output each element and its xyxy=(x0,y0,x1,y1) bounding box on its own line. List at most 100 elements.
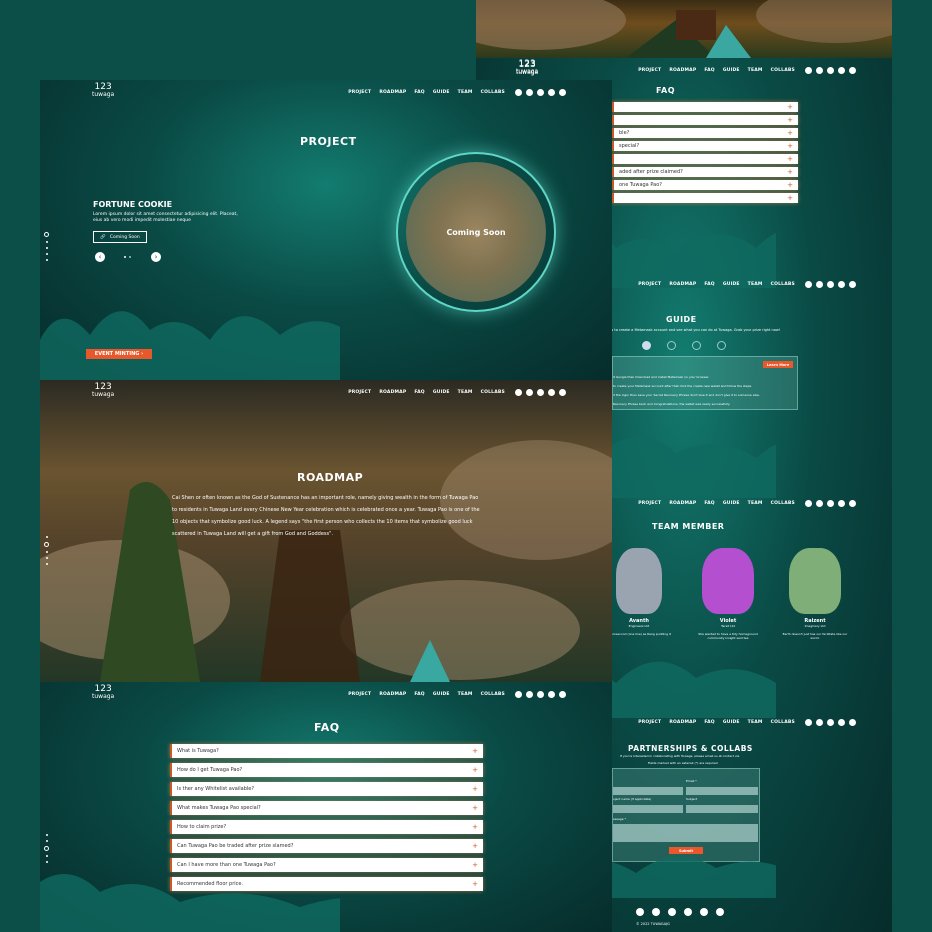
instagram-icon[interactable] xyxy=(537,88,544,96)
opensea-icon[interactable] xyxy=(700,908,708,916)
faq-item[interactable]: Can Tuwaga Pao be traded after prize sla… xyxy=(170,839,483,853)
nav-link-guide[interactable]: GUIDE xyxy=(723,501,740,506)
login-step-icon[interactable] xyxy=(692,341,701,350)
opensea-icon[interactable] xyxy=(849,718,856,726)
twitter-icon[interactable] xyxy=(636,908,644,916)
faq-item[interactable]: + xyxy=(612,102,798,112)
nav-link-project[interactable]: PROJECT xyxy=(638,501,661,506)
prev-arrow[interactable]: ‹ xyxy=(95,252,105,262)
discord-icon[interactable] xyxy=(838,499,845,507)
nav-link-roadmap[interactable]: ROADMAP xyxy=(669,68,696,73)
next-arrow[interactable]: › xyxy=(151,252,161,262)
project-name-input[interactable] xyxy=(613,805,683,813)
nav-link-project[interactable]: PROJECT xyxy=(348,390,371,395)
telegram-icon[interactable] xyxy=(652,908,660,916)
name-input[interactable] xyxy=(613,787,683,795)
coming-soon-button[interactable]: 🔗 Coming Soon xyxy=(93,231,147,243)
nav-link-collabs[interactable]: COLLABS xyxy=(771,720,795,725)
nav-link-collabs[interactable]: COLLABS xyxy=(481,390,505,395)
telegram-icon[interactable] xyxy=(526,388,533,396)
learn-more-button[interactable]: Learn More xyxy=(763,361,793,368)
nav-link-guide[interactable]: GUIDE xyxy=(433,390,450,395)
email-input[interactable] xyxy=(686,787,758,795)
nav-link-collabs[interactable]: COLLABS xyxy=(771,501,795,506)
nav-link-team[interactable]: TEAM xyxy=(458,692,473,697)
nav-link-faq[interactable]: FAQ xyxy=(704,720,714,725)
nav-link-faq[interactable]: FAQ xyxy=(414,390,424,395)
telegram-icon[interactable] xyxy=(816,280,823,288)
nav-link-guide[interactable]: GUIDE xyxy=(723,720,740,725)
faq-item[interactable]: How to claim prize? + xyxy=(170,820,483,834)
nav-link-collabs[interactable]: COLLABS xyxy=(481,90,505,95)
opensea-icon[interactable] xyxy=(849,280,856,288)
nav-link-roadmap[interactable]: ROADMAP xyxy=(379,390,406,395)
discord-icon[interactable] xyxy=(684,908,692,916)
instagram-icon[interactable] xyxy=(668,908,676,916)
nav-link-guide[interactable]: GUIDE xyxy=(723,68,740,73)
logo[interactable]: 123 tuwaga xyxy=(516,60,538,76)
nav-link-team[interactable]: TEAM xyxy=(748,282,763,287)
discord-icon[interactable] xyxy=(838,280,845,288)
wallet-step-icon[interactable] xyxy=(667,341,676,350)
discord-icon[interactable] xyxy=(838,718,845,726)
instagram-icon[interactable] xyxy=(827,718,834,726)
faq-item[interactable]: + xyxy=(612,154,798,164)
nav-link-project[interactable]: PROJECT xyxy=(348,90,371,95)
faq-item[interactable]: + xyxy=(612,193,798,203)
opensea-icon[interactable] xyxy=(559,690,566,698)
telegram-icon[interactable] xyxy=(526,690,533,698)
twitter-icon[interactable] xyxy=(805,66,812,74)
faq-item[interactable]: aded after prize claimed? + xyxy=(612,167,798,177)
nav-link-team[interactable]: TEAM xyxy=(748,68,763,73)
nav-link-project[interactable]: PROJECT xyxy=(348,692,371,697)
opensea-icon[interactable] xyxy=(849,66,856,74)
twitter-icon[interactable] xyxy=(515,388,522,396)
faq-item[interactable]: What makes Tuwaga Pao special? + xyxy=(170,801,483,815)
instagram-icon[interactable] xyxy=(827,280,834,288)
nav-link-guide[interactable]: GUIDE xyxy=(433,692,450,697)
twitter-icon[interactable] xyxy=(805,280,812,288)
opensea-icon[interactable] xyxy=(849,499,856,507)
section-indicator[interactable] xyxy=(44,536,49,565)
discord-icon[interactable] xyxy=(548,388,555,396)
twitter-icon[interactable] xyxy=(805,499,812,507)
nav-link-roadmap[interactable]: ROADMAP xyxy=(669,282,696,287)
twitter-icon[interactable] xyxy=(515,690,522,698)
nav-link-faq[interactable]: FAQ xyxy=(704,282,714,287)
globe-icon[interactable] xyxy=(716,908,724,916)
nav-link-collabs[interactable]: COLLABS xyxy=(771,68,795,73)
twitter-icon[interactable] xyxy=(805,718,812,726)
instagram-icon[interactable] xyxy=(537,388,544,396)
event-minting-button[interactable]: EVENT MINTING › xyxy=(86,349,152,359)
nav-link-roadmap[interactable]: ROADMAP xyxy=(379,692,406,697)
nav-link-collabs[interactable]: COLLABS xyxy=(771,282,795,287)
opensea-icon[interactable] xyxy=(559,388,566,396)
telegram-icon[interactable] xyxy=(816,499,823,507)
instagram-icon[interactable] xyxy=(827,499,834,507)
section-indicator[interactable] xyxy=(44,232,49,261)
telegram-icon[interactable] xyxy=(816,66,823,74)
logo[interactable]: 123 tuwaga xyxy=(92,83,114,99)
faq-item[interactable]: What is Tuwaga? + xyxy=(170,744,483,758)
phrase-step-icon[interactable] xyxy=(717,341,726,350)
faq-item[interactable]: + xyxy=(612,115,798,125)
opensea-icon[interactable] xyxy=(559,88,566,96)
discord-icon[interactable] xyxy=(548,88,555,96)
discord-icon[interactable] xyxy=(548,690,555,698)
nav-link-guide[interactable]: GUIDE xyxy=(433,90,450,95)
nav-link-team[interactable]: TEAM xyxy=(748,501,763,506)
metamask-step-icon[interactable] xyxy=(642,341,651,350)
nav-link-faq[interactable]: FAQ xyxy=(414,692,424,697)
nav-link-guide[interactable]: GUIDE xyxy=(723,282,740,287)
nav-link-roadmap[interactable]: ROADMAP xyxy=(669,720,696,725)
nav-link-roadmap[interactable]: ROADMAP xyxy=(669,501,696,506)
logo[interactable]: 123 tuwaga xyxy=(92,685,114,701)
faq-item[interactable]: special? + xyxy=(612,141,798,151)
faq-item[interactable]: ble? + xyxy=(612,128,798,138)
faq-item[interactable]: How do I get Tuwaga Pao? + xyxy=(170,763,483,777)
discord-icon[interactable] xyxy=(838,66,845,74)
section-indicator[interactable] xyxy=(44,834,49,863)
nav-link-faq[interactable]: FAQ xyxy=(704,501,714,506)
faq-item[interactable]: Is ther any Whitelist available? + xyxy=(170,782,483,796)
nav-link-collabs[interactable]: COLLABS xyxy=(481,692,505,697)
